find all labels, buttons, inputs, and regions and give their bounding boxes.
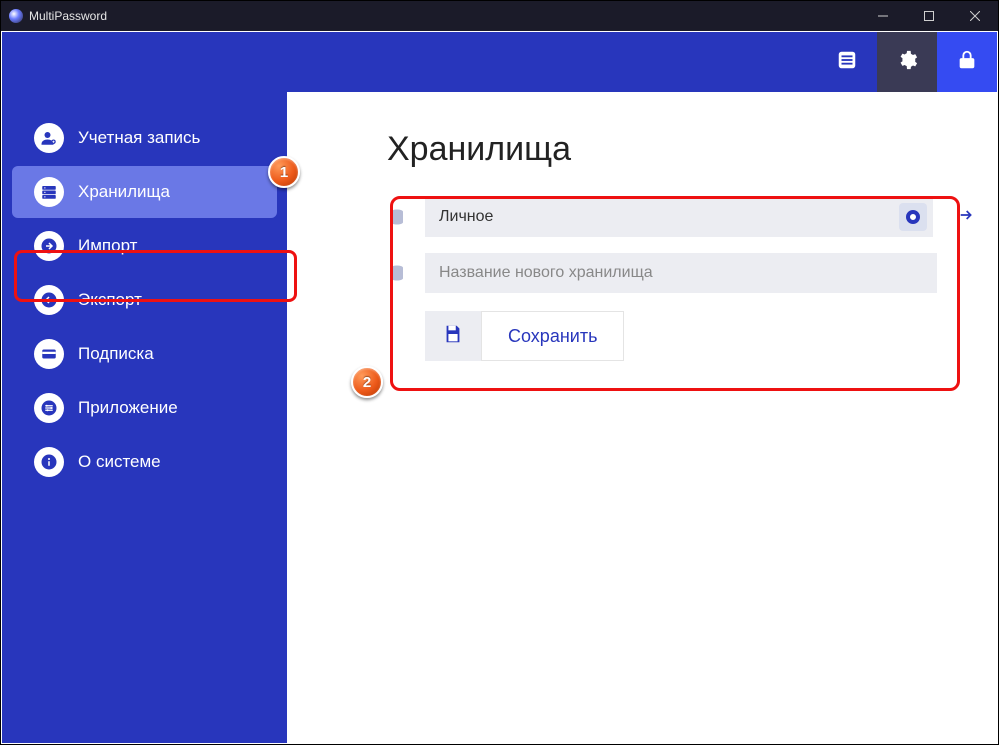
database-icon — [387, 208, 407, 226]
sidebar-item-label: Подписка — [78, 344, 154, 364]
vault-name-input[interactable] — [439, 208, 899, 226]
account-icon — [34, 123, 64, 153]
annotation-callout-2: 2 — [351, 366, 383, 398]
database-icon — [387, 264, 407, 282]
save-icon — [442, 323, 464, 350]
sidebar-item-label: Экспорт — [78, 290, 142, 310]
vault-selected-radio[interactable] — [899, 203, 927, 231]
new-vault-input[interactable] — [439, 264, 923, 282]
save-button[interactable]: Сохранить — [481, 311, 624, 361]
save-row: Сохранить — [425, 311, 977, 361]
radio-dot-icon — [906, 210, 920, 224]
app-icon — [9, 9, 23, 23]
export-icon — [34, 285, 64, 315]
sidebar-item-export[interactable]: Экспорт — [12, 274, 277, 326]
gear-icon — [896, 49, 918, 76]
minimize-button[interactable] — [860, 1, 906, 31]
window-frame: MultiPassword — [0, 0, 999, 745]
vault-row-new — [387, 253, 977, 293]
vault-open-button[interactable] — [955, 206, 977, 228]
main-content: Хранилища — [287, 92, 997, 743]
header-lock-button[interactable] — [937, 32, 997, 92]
window-title: MultiPassword — [29, 9, 107, 23]
close-button[interactable] — [952, 1, 998, 31]
sidebar-item-label: Импорт — [78, 236, 137, 256]
sidebar-item-storage[interactable]: Хранилища — [12, 166, 277, 218]
sidebar-item-application[interactable]: Приложение — [12, 382, 277, 434]
lock-icon — [956, 49, 978, 76]
vault-name-field[interactable] — [425, 197, 933, 237]
sidebar: Учетная запись Хранилища Импорт — [2, 92, 287, 743]
sidebar-item-label: О системе — [78, 452, 161, 472]
header-list-button[interactable] — [817, 32, 877, 92]
sidebar-item-label: Приложение — [78, 398, 178, 418]
titlebar: MultiPassword — [1, 1, 998, 31]
storage-icon — [34, 177, 64, 207]
app-header — [2, 32, 997, 92]
page-title: Хранилища — [387, 130, 977, 169]
annotation-callout-1: 1 — [268, 156, 300, 188]
info-icon — [34, 447, 64, 477]
sidebar-item-label: Хранилища — [78, 182, 170, 202]
sidebar-item-about[interactable]: О системе — [12, 436, 277, 488]
save-button-label: Сохранить — [508, 326, 597, 347]
app-body: Учетная запись Хранилища Импорт — [2, 92, 997, 743]
arrow-right-icon — [958, 207, 974, 228]
sidebar-item-label: Учетная запись — [78, 128, 200, 148]
header-settings-button[interactable] — [877, 32, 937, 92]
sliders-icon — [34, 393, 64, 423]
vault-row-existing — [387, 197, 977, 237]
titlebar-left: MultiPassword — [9, 9, 107, 23]
maximize-button[interactable] — [906, 1, 952, 31]
new-vault-field[interactable] — [425, 253, 937, 293]
window-controls — [860, 1, 998, 31]
app-shell: Учетная запись Хранилища Импорт — [2, 32, 997, 743]
import-icon — [34, 231, 64, 261]
card-icon — [34, 339, 64, 369]
sidebar-item-subscription[interactable]: Подписка — [12, 328, 277, 380]
sidebar-item-account[interactable]: Учетная запись — [12, 112, 277, 164]
sidebar-item-import[interactable]: Импорт — [12, 220, 277, 272]
save-icon-button[interactable] — [425, 311, 481, 361]
list-icon — [836, 49, 858, 76]
